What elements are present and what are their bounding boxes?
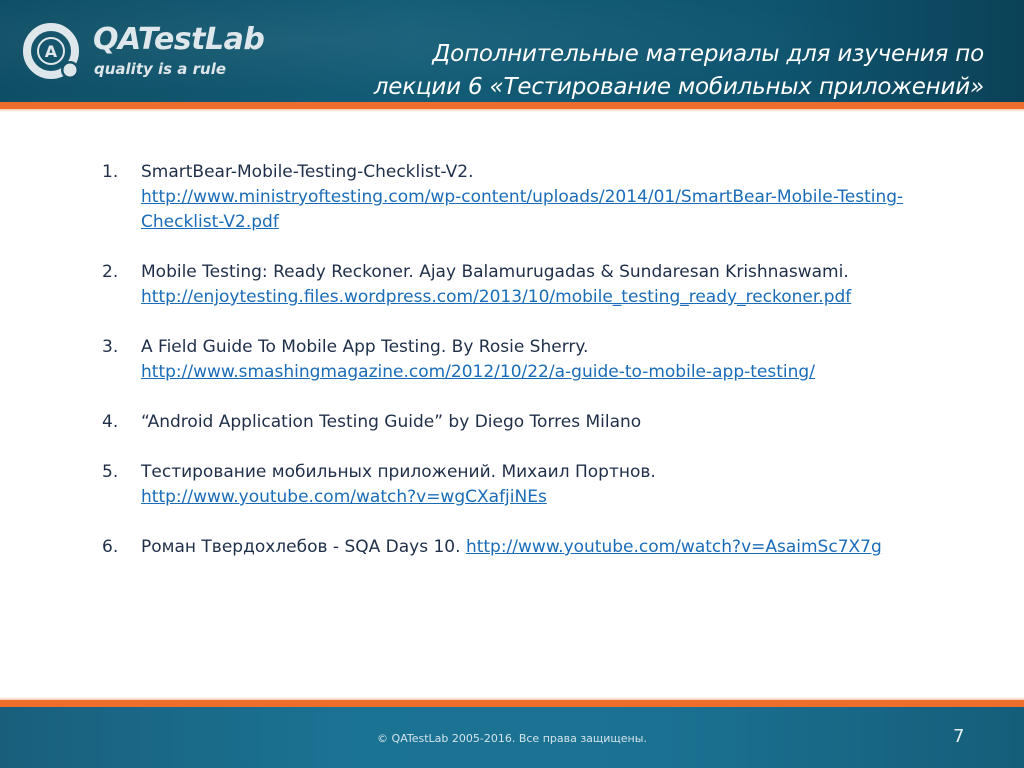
bottom-accent-bar	[0, 700, 1024, 707]
item-number: 6.	[102, 537, 119, 557]
copyright-text: © QATestLab 2005-2016. Все права защищен…	[377, 732, 647, 745]
logo-tagline: quality is a rule	[94, 60, 227, 78]
item-link[interactable]: http://www.smashingmagazine.com/2012/10/…	[141, 360, 1002, 385]
svg-text:A: A	[45, 42, 58, 61]
item-link[interactable]: http://www.youtube.com/watch?v=wgCXafjiN…	[141, 485, 1002, 510]
item-number: 1.	[102, 162, 119, 182]
item-title: “Android Application Testing Guide” by D…	[141, 412, 642, 432]
item-title: Роман Твердохлебов - SQA Days 10.	[141, 537, 461, 557]
item-number: 5.	[102, 462, 119, 482]
list-item: 4. “Android Application Testing Guide” b…	[102, 410, 1002, 435]
list-item: 5. Тестирование мобильных приложений. Ми…	[102, 460, 1002, 510]
item-number: 3.	[102, 337, 119, 357]
slide-header: A QATestLab quality is a rule Дополнител…	[0, 0, 1024, 102]
item-number: 2.	[102, 262, 119, 282]
item-link[interactable]: http://enjoytesting.files.wordpress.com/…	[141, 285, 1002, 310]
slide-title-line: Дополнительные материалы для изучения по	[432, 41, 984, 67]
list-item: 6. Роман Твердохлебов - SQA Days 10. htt…	[102, 535, 1002, 560]
list-item: 3. A Field Guide To Mobile App Testing. …	[102, 335, 1002, 385]
list-item: 2. Mobile Testing: Ready Reckoner. Ajay …	[102, 260, 1002, 310]
item-title: SmartBear-Mobile-Testing-Checklist-V2.	[141, 162, 474, 182]
qatestlab-logo-icon: A	[23, 23, 79, 79]
item-link-line[interactable]: Checklist-V2.pdf	[141, 212, 279, 232]
reference-list: 1. SmartBear-Mobile-Testing-Checklist-V2…	[102, 160, 1002, 585]
item-title: Mobile Testing: Ready Reckoner. Ajay Bal…	[141, 262, 849, 282]
item-number: 4.	[102, 412, 119, 432]
slide-title-line: лекции 6 «Тестирование мобильных приложе…	[373, 74, 984, 100]
item-link[interactable]: http://www.ministryoftesting.com/wp-cont…	[141, 185, 1002, 235]
item-link[interactable]: http://www.youtube.com/watch?v=AsaimSc7X…	[466, 537, 882, 557]
slide-title: Дополнительные материалы для изучения по…	[284, 38, 984, 104]
top-accent-shadow	[0, 109, 1024, 112]
item-title: A Field Guide To Mobile App Testing. By …	[141, 337, 589, 357]
item-link-line[interactable]: http://www.ministryoftesting.com/wp-cont…	[141, 187, 903, 207]
logo-name: QATestLab	[93, 22, 265, 57]
page-number: 7	[953, 726, 965, 747]
item-title: Тестирование мобильных приложений. Михаи…	[141, 462, 656, 482]
slide-footer: © QATestLab 2005-2016. Все права защищен…	[0, 707, 1024, 768]
top-accent-bar	[0, 102, 1024, 109]
list-item: 1. SmartBear-Mobile-Testing-Checklist-V2…	[102, 160, 1002, 235]
